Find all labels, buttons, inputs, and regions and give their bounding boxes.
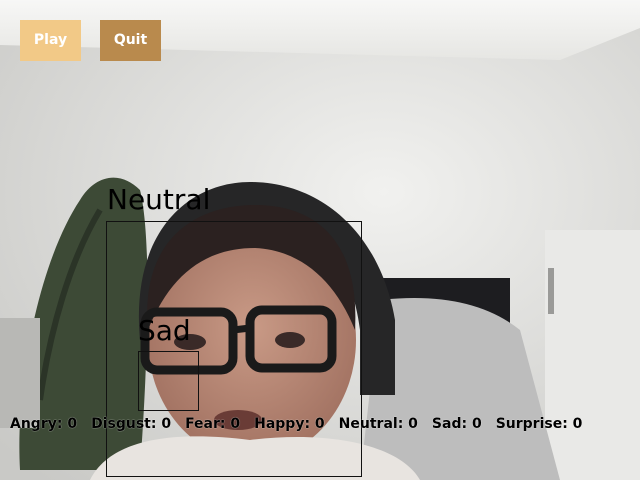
door-handle: [548, 268, 554, 314]
count-happy: Happy: 0: [254, 416, 325, 432]
play-button[interactable]: Play: [20, 20, 81, 61]
door: [545, 230, 640, 480]
count-angry: Angry: 0: [10, 416, 78, 432]
region-emotion-label: Sad: [138, 314, 191, 347]
shelf: [0, 318, 40, 428]
count-neutral: Neutral: 0: [338, 416, 418, 432]
count-sad: Sad: 0: [431, 416, 482, 432]
count-surprise: Surprise: 0: [495, 416, 583, 432]
count-fear: Fear: 0: [185, 416, 241, 432]
count-disgust: Disgust: 0: [91, 416, 172, 432]
quit-button[interactable]: Quit: [100, 20, 161, 61]
face-emotion-label: Neutral: [107, 183, 211, 216]
region-detection-box: [138, 351, 199, 411]
face-detection-box: [106, 221, 362, 477]
emotion-counts: Angry: 0 Disgust: 0 Fear: 0 Happy: 0 Neu…: [10, 416, 582, 432]
